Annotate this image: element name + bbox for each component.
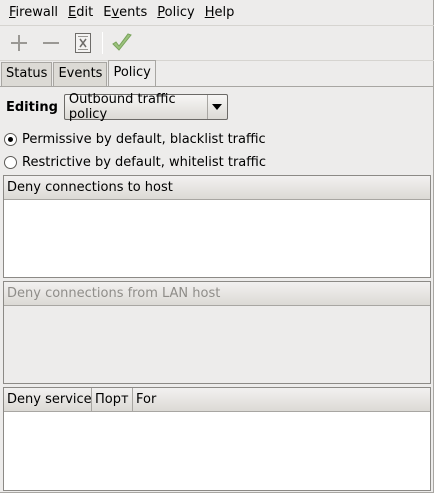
tab-bar: Status Events Policy — [1, 60, 157, 86]
restrictive-label: Restrictive by default, whitelist traffi… — [22, 154, 266, 170]
menu-events[interactable]: Events — [98, 2, 152, 24]
permissive-radio[interactable] — [4, 132, 17, 146]
deny-lan-list-header: Deny connections from LAN host — [4, 282, 430, 306]
deny-host-list[interactable]: Deny connections to host — [3, 175, 431, 278]
clear-button[interactable] — [70, 30, 96, 56]
add-icon — [11, 35, 27, 51]
menu-edit[interactable]: Edit — [63, 2, 98, 24]
tab-status[interactable]: Status — [1, 62, 53, 86]
editing-label: Editing — [6, 99, 58, 115]
deny-service-list-header: Deny service Порт For — [4, 388, 430, 412]
policy-direction-value: Outbound traffic policy — [68, 92, 176, 122]
menu-policy[interactable]: Policy — [152, 2, 199, 24]
deny-service-column[interactable]: Deny service — [4, 388, 92, 411]
restrictive-option[interactable]: Restrictive by default, whitelist traffi… — [4, 152, 266, 172]
tab-policy[interactable]: Policy — [108, 60, 156, 86]
menu-firewall[interactable]: Firewall — [4, 2, 63, 24]
port-column[interactable]: Порт — [92, 388, 133, 411]
tab-events[interactable]: Events — [53, 62, 108, 86]
clear-icon — [75, 33, 91, 53]
deny-host-list-header: Deny connections to host — [4, 176, 430, 200]
menubar-divider — [0, 25, 434, 26]
add-button[interactable] — [6, 30, 32, 56]
apply-icon — [112, 33, 132, 51]
firewall-window: Firewall Edit Events Policy Help Status … — [0, 0, 434, 493]
deny-host-column[interactable]: Deny connections to host — [4, 176, 430, 199]
permissive-option[interactable]: Permissive by default, blacklist traffic — [4, 129, 266, 149]
editing-row: Editing Outbound traffic policy — [6, 92, 228, 122]
deny-service-list[interactable]: Deny service Порт For — [3, 387, 431, 491]
chevron-down-icon — [206, 95, 227, 119]
remove-button[interactable] — [38, 30, 64, 56]
deny-lan-column: Deny connections from LAN host — [7, 286, 221, 301]
toolbar — [0, 27, 434, 59]
for-column[interactable]: For — [133, 388, 430, 411]
permissive-label: Permissive by default, blacklist traffic — [22, 131, 266, 147]
apply-button[interactable] — [109, 30, 135, 56]
menubar: Firewall Edit Events Policy Help — [0, 0, 434, 25]
radio-selected-dot — [8, 136, 13, 142]
restrictive-radio[interactable] — [4, 155, 17, 169]
menu-help[interactable]: Help — [200, 2, 240, 24]
toolbar-separator — [102, 32, 103, 54]
remove-icon — [43, 42, 59, 44]
deny-lan-list: Deny connections from LAN host — [3, 281, 431, 384]
policy-direction-select[interactable]: Outbound traffic policy — [63, 92, 228, 122]
